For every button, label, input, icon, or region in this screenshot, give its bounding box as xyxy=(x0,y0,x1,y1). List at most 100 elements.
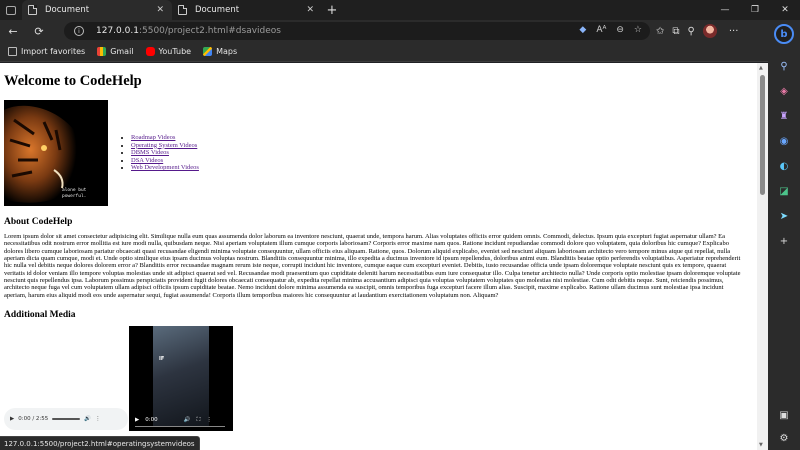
gmail-icon xyxy=(97,47,107,56)
workspaces-icon[interactable] xyxy=(0,0,22,20)
import-icon xyxy=(8,47,17,56)
tiger-image: alone but powerful. xyxy=(4,100,108,206)
hero-row: alone but powerful. Roadmap Videos Opera… xyxy=(4,100,748,206)
play-icon[interactable]: ▶ xyxy=(10,416,14,422)
address-bar[interactable]: i 127.0.0.1:5500/project2.html#dsavideos… xyxy=(64,22,650,40)
video-overlay-text: IF xyxy=(159,356,165,363)
site-info-icon[interactable]: i xyxy=(74,26,84,36)
video-controls: ▶ 0:00 🔊 ⛶ ⋮ xyxy=(129,409,233,431)
image-caption: alone but powerful. xyxy=(62,188,87,199)
video-player[interactable]: IF ▶ 0:00 🔊 ⛶ ⋮ xyxy=(129,326,233,432)
close-tab-icon[interactable]: ✕ xyxy=(156,5,164,15)
about-heading: About CodeHelp xyxy=(4,217,73,227)
bookmark-import-favorites[interactable]: Import favorites xyxy=(8,47,85,56)
more-menu-icon[interactable]: ··· xyxy=(729,26,739,37)
bookmark-gmail[interactable]: Gmail xyxy=(97,47,134,56)
add-sidebar-item-icon[interactable]: + xyxy=(768,229,800,254)
document-icon xyxy=(178,5,187,15)
address-host: 127.0.0.1 xyxy=(96,26,139,36)
audio-time: 0:00 / 2:55 xyxy=(18,416,49,423)
video-time: 0:00 xyxy=(145,417,158,424)
list-item: Web Development Videos xyxy=(131,164,199,172)
volume-icon[interactable]: 🔊 xyxy=(184,417,191,423)
scrollbar-thumb[interactable] xyxy=(760,75,765,195)
tab-title: Document xyxy=(45,5,90,15)
office-icon[interactable]: ◐ xyxy=(768,154,800,179)
link-operating-system-videos[interactable]: Operating System Videos xyxy=(131,142,197,149)
list-item: DBMS Videos xyxy=(131,149,199,157)
add-favorite-icon[interactable]: ☆ xyxy=(634,25,642,35)
tab-title: Document xyxy=(195,5,240,15)
link-roadmap-videos[interactable]: Roadmap Videos xyxy=(131,134,175,141)
minimize-icon[interactable]: — xyxy=(710,0,740,20)
status-url-bubble: 127.0.0.1:5500/project2.html#operatingsy… xyxy=(0,436,200,450)
media-heading: Additional Media xyxy=(4,310,76,321)
video-links-list: Roadmap Videos Operating System Videos D… xyxy=(127,134,199,172)
restore-icon[interactable]: ❐ xyxy=(740,0,770,20)
favorites-icon[interactable]: ✩ xyxy=(656,26,664,37)
navigation-bar: ← ⟳ i 127.0.0.1:5500/project2.html#dsavi… xyxy=(0,20,768,42)
avatar[interactable] xyxy=(702,24,717,38)
page-scrollbar[interactable]: ▲ ▼ xyxy=(757,63,768,450)
list-item: Roadmap Videos xyxy=(131,134,199,142)
list-item: Operating System Videos xyxy=(131,142,199,150)
zoom-icon[interactable]: ⊖ xyxy=(616,25,624,35)
page-viewport: Welcome to CodeHelp alone but powerful. … xyxy=(0,63,768,450)
browser-window: Document ✕ Document ✕ + — ❐ ✕ ← ⟳ i 127.… xyxy=(0,0,800,450)
sidebar-bottom: ▣ ⚙ xyxy=(779,410,788,444)
about-paragraph: Lorem ipsum dolor sit amet consectetur a… xyxy=(4,233,741,299)
scroll-down-icon[interactable]: ▼ xyxy=(759,442,763,448)
bookmark-maps[interactable]: Maps xyxy=(203,47,237,56)
split-screen-icon[interactable]: ▣ xyxy=(779,410,788,421)
close-tab-icon[interactable]: ✕ xyxy=(306,5,314,15)
tab-document-2[interactable]: Document ✕ xyxy=(172,0,322,20)
shopping-icon[interactable]: ◈ xyxy=(768,79,800,104)
search-icon[interactable]: ⚲ xyxy=(768,54,800,79)
more-options-icon[interactable]: ⋮ xyxy=(95,416,101,422)
list-item: DSA Videos xyxy=(131,157,199,165)
window-controls: — ❐ ✕ xyxy=(710,0,800,20)
video-progress[interactable] xyxy=(135,425,225,428)
volume-icon[interactable]: 🔊 xyxy=(84,416,91,422)
audio-player[interactable]: ▶ 0:00 / 2:55 🔊 ⋮ xyxy=(4,408,128,431)
tools-icon[interactable]: ♜ xyxy=(768,104,800,129)
address-bar-icons: ◆ Aᴬ ⊖ ☆ xyxy=(579,25,642,35)
more-options-icon[interactable]: ⋮ xyxy=(206,417,212,423)
scroll-up-icon[interactable]: ▲ xyxy=(759,65,763,71)
address-path: :5500/project2.html#dsavideos xyxy=(138,26,281,36)
link-dsa-videos[interactable]: DSA Videos xyxy=(131,157,163,164)
copilot-icon[interactable]: b xyxy=(774,24,794,44)
document-icon xyxy=(28,5,37,15)
page-content: Welcome to CodeHelp alone but powerful. … xyxy=(4,73,748,446)
bookmark-label: Maps xyxy=(216,47,238,56)
bookmark-youtube[interactable]: YouTube xyxy=(145,47,192,56)
play-icon[interactable]: ▶ xyxy=(135,417,139,423)
shopping-tag-icon[interactable]: ◆ xyxy=(579,25,586,35)
youtube-icon xyxy=(145,47,155,56)
outlook-icon[interactable]: ◪ xyxy=(768,179,800,204)
link-dbms-videos[interactable]: DBMS Videos xyxy=(131,149,169,156)
games-icon[interactable]: ◉ xyxy=(768,129,800,154)
send-icon[interactable]: ➤ xyxy=(768,204,800,229)
link-web-development-videos[interactable]: Web Development Videos xyxy=(131,164,199,171)
tab-strip: Document ✕ Document ✕ + — ❐ ✕ xyxy=(0,0,800,20)
collections-icon[interactable]: ⧉ xyxy=(672,26,679,37)
maps-icon xyxy=(203,47,213,56)
edge-sidebar: b ⚲ ◈ ♜ ◉ ◐ ◪ ➤ + ▣ ⚙ xyxy=(768,20,800,450)
back-icon[interactable]: ← xyxy=(0,20,26,42)
settings-icon[interactable]: ⚙ xyxy=(780,433,789,444)
read-aloud-icon[interactable]: Aᴬ xyxy=(596,25,606,35)
extensions-icon[interactable]: ⚲ xyxy=(688,26,695,37)
toolbar-right: ✩ ⧉ ⚲ ··· xyxy=(656,20,738,42)
close-window-icon[interactable]: ✕ xyxy=(770,0,800,20)
bookmark-label: YouTube xyxy=(158,47,192,56)
bookmark-label: Gmail xyxy=(110,47,134,56)
refresh-icon[interactable]: ⟳ xyxy=(26,20,52,42)
new-tab-button[interactable]: + xyxy=(322,0,342,20)
bookmark-label: Import favorites xyxy=(21,47,86,56)
fullscreen-icon[interactable]: ⛶ xyxy=(196,417,200,424)
tab-document-1[interactable]: Document ✕ xyxy=(22,0,172,20)
page-title: Welcome to CodeHelp xyxy=(4,73,142,89)
tiger-illustration xyxy=(4,105,81,203)
audio-progress[interactable] xyxy=(52,418,81,421)
